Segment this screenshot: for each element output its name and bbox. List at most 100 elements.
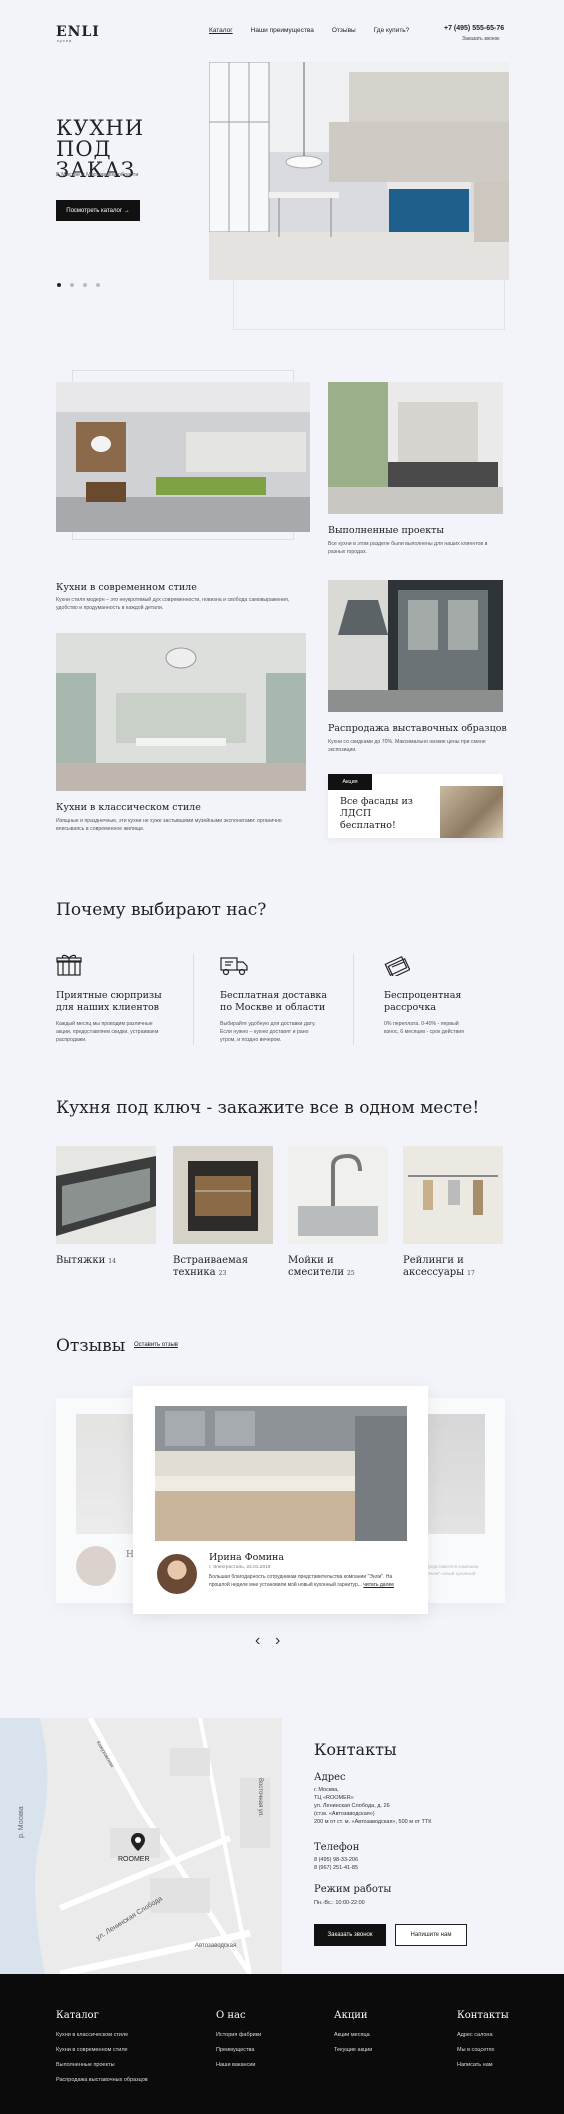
nav-catalog[interactable]: Каталог (209, 27, 233, 34)
address-block: г. Москва, ТЦ «ROOMER» ул. Ленинская Сло… (314, 1786, 464, 1826)
footer-col-catalog: Кухни в классическом стиле Кухни в совре… (56, 2028, 148, 2088)
footer-link[interactable]: Мы в соцсетях (457, 2043, 494, 2058)
slider-dot-2[interactable] (70, 283, 74, 287)
address-label: Адрес (314, 1772, 346, 1783)
modern-title[interactable]: Кухни в современном стиле (56, 582, 197, 593)
classic-title[interactable]: Кухни в классическом стиле (56, 802, 201, 813)
slider-dot-1[interactable] (57, 283, 61, 287)
map-label-street2: Восточная ул. (257, 1778, 263, 1817)
product-rails-label: Рейлинги и аксессуары (403, 1255, 465, 1278)
product-sinks-image[interactable] (288, 1146, 388, 1244)
prev-arrow-icon[interactable]: ‹ (255, 1632, 260, 1650)
next-arrow-icon[interactable]: › (275, 1632, 280, 1650)
product-rails-image[interactable] (403, 1146, 503, 1244)
address-line: 200 м от ст. м. «Автозаводская», 500 м о… (314, 1819, 432, 1825)
footer-head-contacts: Контакты (457, 2010, 509, 2021)
feature-text-installment: 0% переплата. 0-40% - первый взнос, 6 ме… (384, 1021, 464, 1035)
promo-text: Все фасады из ЛДСП бесплатно! (340, 796, 413, 831)
product-appliances[interactable]: Встраиваемая техника 23 (173, 1255, 268, 1280)
footer: Каталог Кухни в классическом стиле Кухни… (0, 1974, 564, 2114)
product-hoods-image[interactable] (56, 1146, 156, 1244)
why-title: Почему выбирают нас? (56, 900, 267, 920)
footer-link[interactable]: Акции месяца (334, 2028, 372, 2043)
sale-title[interactable]: Распродажа выставочных образцов (328, 723, 507, 734)
order-call-link[interactable]: Заказать звонок (462, 36, 499, 42)
product-appliances-image[interactable] (173, 1146, 273, 1244)
footer-link[interactable]: Наши вакансии (216, 2058, 261, 2073)
contact-phone[interactable]: 8 (495) 98-33-206 (314, 1856, 358, 1864)
leave-review-link[interactable]: Оставить отзыв (134, 1342, 178, 1348)
footer-link[interactable]: Написать нам (457, 2058, 494, 2073)
divider (353, 953, 354, 1045)
reviewer-name: Ирина Фомина (209, 1552, 285, 1563)
feature-text-delivery: Выбирайте удобную для доставки дату. Есл… (220, 1021, 316, 1043)
promo-card[interactable]: Акция Все фасады из ЛДСП бесплатно! (328, 774, 503, 838)
feature-title-installment: Беспроцентная рассрочка (384, 990, 462, 1013)
nav-reviews[interactable]: Отзывы (332, 27, 356, 34)
footer-head-promos: Акции (334, 2010, 368, 2021)
address-line: (ст.м. «Автозаводская») (314, 1811, 375, 1817)
hours-text: Пн.-Вс.: 10:00-22:00 (314, 1900, 365, 1906)
product-sinks-count: 25 (347, 1270, 355, 1277)
projects-title[interactable]: Выполненные проекты (328, 525, 444, 536)
footer-link[interactable]: Преимущества (216, 2043, 261, 2058)
nav-where-to-buy[interactable]: Где купить? (374, 27, 410, 34)
address-line: г. Москва, (314, 1787, 339, 1793)
footer-head-catalog: Каталог (56, 2010, 99, 2021)
footer-link[interactable]: Адрес салона (457, 2028, 494, 2043)
promo-image (440, 786, 503, 838)
map-label-roomer: ROOMER (118, 1856, 150, 1863)
address-line: ТЦ «ROOMER» (314, 1795, 354, 1801)
phone-label: Телефон (314, 1842, 360, 1853)
footer-col-about: История фабрики Преимущества Наши ваканс… (216, 2028, 261, 2073)
hero-kitchen-image (209, 62, 509, 280)
review-text: Большая благодарность сотрудникам предст… (209, 1574, 409, 1589)
classic-kitchen-image[interactable] (56, 633, 306, 791)
sale-image[interactable] (328, 580, 503, 712)
modern-text: Кухни стиля модерн – это неукротимый дух… (56, 597, 290, 611)
hero-slider-dots (57, 283, 100, 287)
reviews-title: Отзывы (56, 1336, 126, 1356)
map[interactable]: р. Москва Кожуховская Восточная ул. ул. … (0, 1718, 282, 1974)
product-rails[interactable]: Рейлинги и аксессуары 17 (403, 1255, 498, 1280)
footer-link[interactable]: Распродажа выставочных образцов (56, 2073, 148, 2088)
truck-icon (220, 956, 248, 981)
review-kitchen-image (155, 1406, 407, 1541)
map-label-street3: Автозаводская (195, 1943, 237, 1949)
feature-text-gifts: Каждый месяц мы проводим различные акции… (56, 1021, 159, 1043)
gift-icon (56, 954, 82, 981)
product-hoods[interactable]: Вытяжки 14 (56, 1255, 116, 1268)
modern-kitchen-image[interactable] (56, 382, 310, 532)
feature-title-delivery: Бесплатная доставка по Москве и области (220, 990, 327, 1013)
classic-text: Изящные и празднечные, эти кухни не хуже… (56, 818, 282, 832)
map-label-river: р. Москва (18, 1806, 25, 1838)
slider-dot-4[interactable] (96, 283, 100, 287)
order-call-button[interactable]: Заказать звонок (314, 1924, 386, 1946)
product-sinks[interactable]: Мойки и смесители 25 (288, 1255, 383, 1280)
slider-dot-3[interactable] (83, 283, 87, 287)
review-meta: г. Электросталь, 22.01.2019 (209, 1565, 271, 1570)
contact-phone[interactable]: 8 (967) 251-41-85 (314, 1864, 358, 1872)
footer-link[interactable]: Кухни в современном стиле (56, 2043, 148, 2058)
logo-subtitle: кухни (57, 38, 73, 43)
nav-advantages[interactable]: Наши преимущества (251, 27, 314, 34)
product-hoods-label: Вытяжки (56, 1255, 106, 1266)
footer-link[interactable]: Кухни в классическом стиле (56, 2028, 148, 2043)
avatar (76, 1546, 116, 1586)
review-next-text: представителя компании "Энли" новый кухо… (426, 1564, 479, 1576)
view-catalog-button[interactable]: Посмотреть каталог → (56, 200, 140, 221)
footer-link[interactable]: Выполненные проекты (56, 2058, 148, 2073)
header-phone[interactable]: +7 (495) 555-65-76 (444, 25, 504, 32)
footer-link[interactable]: Текущие акции (334, 2043, 372, 2058)
read-more-link[interactable]: читать далее (363, 1582, 394, 1588)
turnkey-title: Кухня под ключ - закажите все в одном ме… (56, 1098, 480, 1118)
footer-col-promos: Акции месяца Текущие акции (334, 2028, 372, 2058)
review-card-active[interactable]: Ирина Фомина г. Электросталь, 22.01.2019… (133, 1386, 428, 1614)
projects-image[interactable] (328, 382, 503, 514)
write-us-button[interactable]: Напишите нам (395, 1924, 467, 1946)
phones-block: 8 (495) 98-33-206 8 (967) 251-41-85 (314, 1856, 358, 1872)
map-pin-icon[interactable] (130, 1832, 146, 1857)
product-appliances-count: 23 (218, 1270, 227, 1277)
footer-link[interactable]: История фабрики (216, 2028, 261, 2043)
product-rails-count: 17 (467, 1270, 475, 1277)
